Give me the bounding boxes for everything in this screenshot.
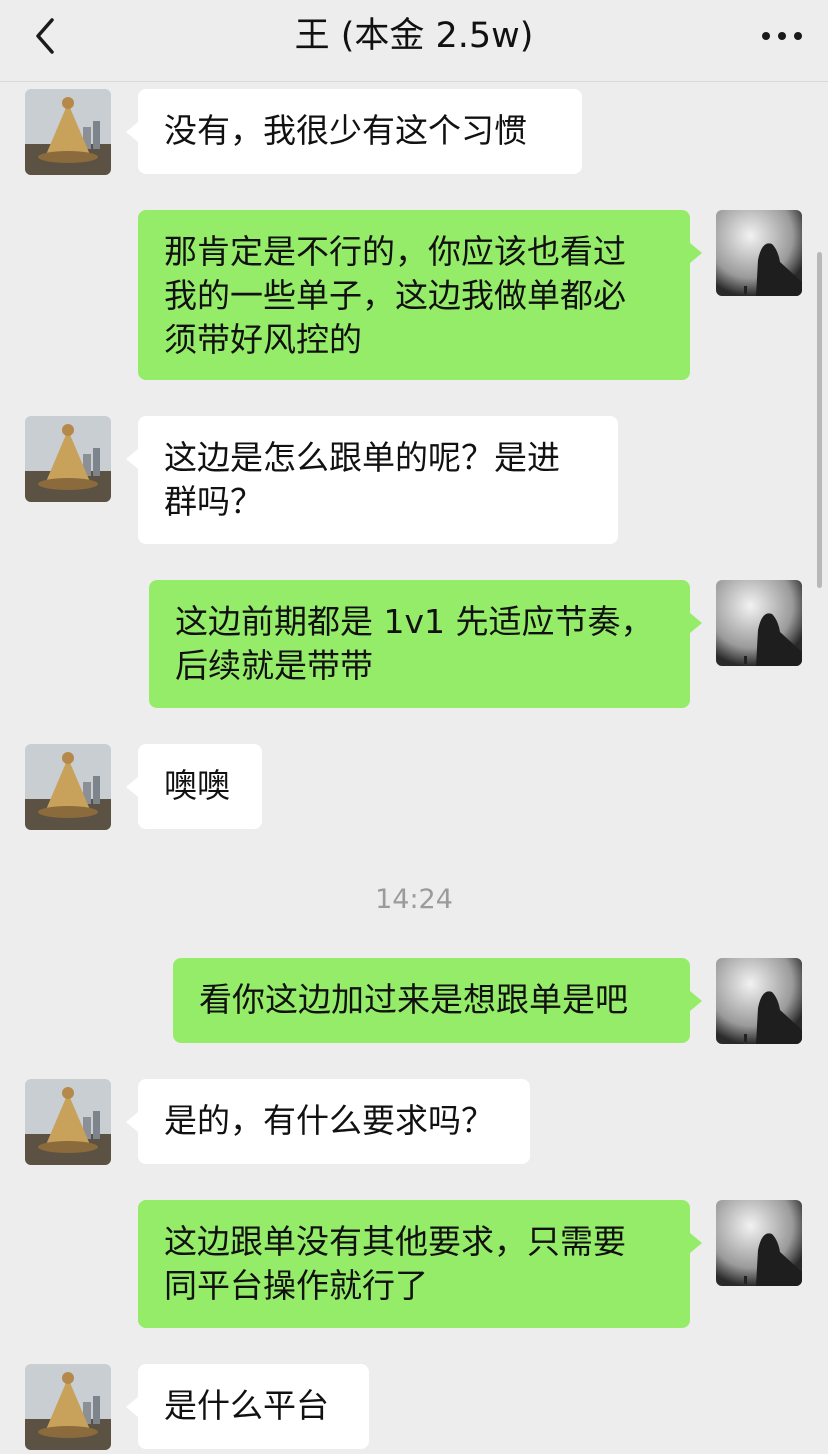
message-bubble[interactable]: 那肯定是不行的，你应该也看过 我的一些单子，这边我做单都必 须带好风控的	[138, 210, 690, 380]
my-avatar-image	[716, 1200, 802, 1286]
chat-title: 王 (本金 2.5w)	[294, 16, 534, 56]
contact-avatar[interactable]	[25, 89, 111, 175]
message-bubble[interactable]: 这边是怎么跟单的呢？是进 群吗？	[138, 416, 618, 544]
message-bubble[interactable]: 是什么平台	[138, 1364, 369, 1449]
my-avatar[interactable]	[716, 210, 802, 296]
message-bubble[interactable]: 噢噢	[138, 744, 262, 829]
message-timestamp: 14:24	[375, 884, 453, 915]
contact-avatar[interactable]	[25, 1079, 111, 1165]
my-avatar-image	[716, 210, 802, 296]
more-horizontal-icon	[762, 32, 770, 40]
message-bubble[interactable]: 这边跟单没有其他要求，只需要 同平台操作就行了	[138, 1200, 690, 1328]
scrollbar[interactable]	[817, 252, 822, 588]
message-bubble[interactable]: 这边前期都是 1v1 先适应节奏， 后续就是带带	[149, 580, 690, 708]
contact-avatar-image	[25, 416, 111, 502]
my-avatar[interactable]	[716, 958, 802, 1044]
contact-avatar-image	[25, 1079, 111, 1165]
contact-avatar[interactable]	[25, 416, 111, 502]
chat-header: 王 (本金 2.5w)	[0, 0, 828, 82]
contact-avatar-image	[25, 89, 111, 175]
message-bubble[interactable]: 没有，我很少有这个习惯	[138, 89, 582, 174]
contact-avatar-image	[25, 1364, 111, 1450]
message-bubble[interactable]: 看你这边加过来是想跟单是吧	[173, 958, 690, 1043]
message-bubble[interactable]: 是的，有什么要求吗？	[138, 1079, 530, 1164]
my-avatar-image	[716, 958, 802, 1044]
my-avatar[interactable]	[716, 580, 802, 666]
more-options-button[interactable]	[760, 18, 804, 54]
contact-avatar-image	[25, 744, 111, 830]
my-avatar[interactable]	[716, 1200, 802, 1286]
my-avatar-image	[716, 580, 802, 666]
contact-avatar[interactable]	[25, 1364, 111, 1450]
contact-avatar[interactable]	[25, 744, 111, 830]
